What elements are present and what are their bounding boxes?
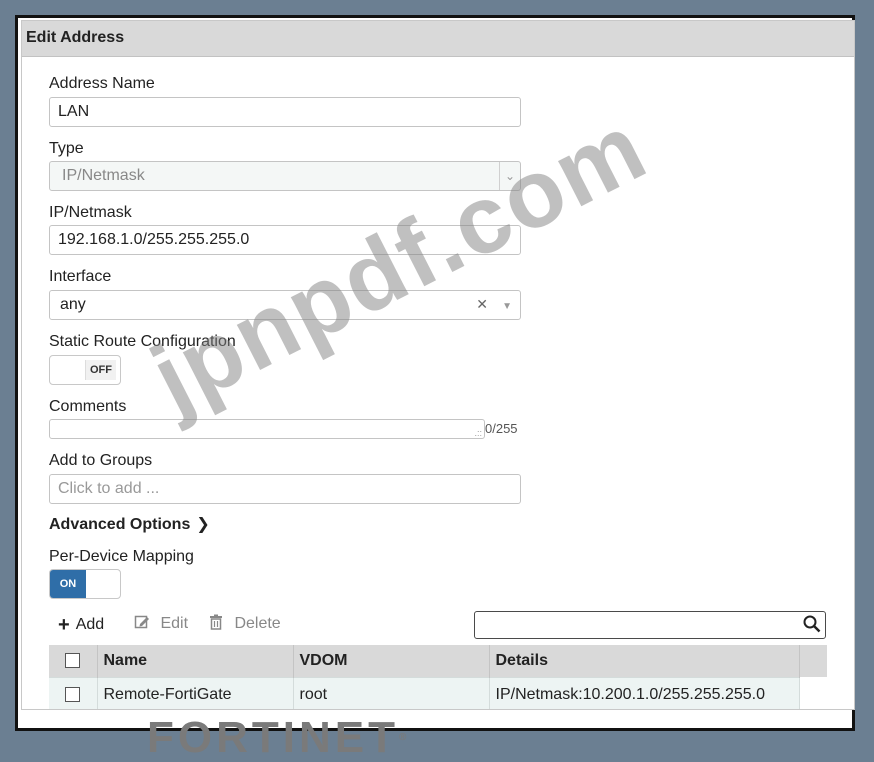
select-all-header xyxy=(49,645,98,677)
dialog-header: Edit Address xyxy=(22,21,854,57)
cell-spacer xyxy=(799,677,827,709)
fortinet-logo: FORTINET® xyxy=(147,716,406,760)
toggle-state-on: ON xyxy=(50,570,86,598)
type-value: IP/Netmask xyxy=(62,167,145,184)
comments-label: Comments xyxy=(49,398,127,415)
ip-netmask-value: 192.168.1.0/255.255.255.0 xyxy=(58,231,250,248)
static-route-label: Static Route Configuration xyxy=(49,333,236,350)
toggle-state-off: OFF xyxy=(85,360,116,380)
delete-button-label: Delete xyxy=(234,615,281,632)
chevron-right-icon: ❯ xyxy=(196,516,210,533)
clear-icon[interactable]: ✕ xyxy=(476,295,488,313)
type-label: Type xyxy=(49,140,84,157)
per-device-mapping-toggle[interactable]: ON xyxy=(49,569,121,599)
ip-netmask-input[interactable]: 192.168.1.0/255.255.255.0 xyxy=(49,225,521,255)
pencil-icon xyxy=(134,615,154,632)
address-name-label: Address Name xyxy=(49,75,155,92)
address-name-value: LAN xyxy=(58,103,90,120)
logo-text: FORTINET xyxy=(147,713,399,762)
add-to-groups-input[interactable]: Click to add ... xyxy=(49,474,521,504)
search-input[interactable] xyxy=(474,611,826,639)
add-button[interactable]: + Add xyxy=(58,614,104,637)
row-select-cell xyxy=(49,676,98,709)
comments-textarea[interactable]: .:: xyxy=(49,419,485,439)
cell-name: Remote-FortiGate xyxy=(97,676,294,709)
chevron-down-icon: ⌄ xyxy=(499,162,520,190)
dialog-title: Edit Address xyxy=(26,29,125,46)
cell-details: IP/Netmask:10.200.1.0/255.255.255.0 xyxy=(489,676,800,709)
edit-address-dialog: Edit Address Address Name LAN Type IP/Ne… xyxy=(21,20,855,710)
interface-select[interactable]: any ✕ ▼ xyxy=(49,290,521,320)
table-row[interactable]: Remote-FortiGate root IP/Netmask:10.200.… xyxy=(49,676,827,709)
registered-mark: ® xyxy=(398,732,407,743)
edit-button[interactable]: Edit xyxy=(134,614,188,633)
plus-icon: + xyxy=(58,614,70,636)
resize-grip-icon[interactable]: .:: xyxy=(474,429,482,438)
column-header-vdom[interactable]: VDOM xyxy=(293,645,490,677)
edit-button-label: Edit xyxy=(160,615,189,632)
column-header-name[interactable]: Name xyxy=(97,645,294,677)
dropdown-arrow-icon[interactable]: ▼ xyxy=(502,298,512,316)
interface-value: any xyxy=(60,296,86,313)
add-to-groups-placeholder: Click to add ... xyxy=(58,480,160,497)
interface-label: Interface xyxy=(49,268,112,285)
trash-icon xyxy=(208,614,228,632)
add-button-label: Add xyxy=(75,616,105,633)
address-name-input[interactable]: LAN xyxy=(49,97,521,127)
add-to-groups-label: Add to Groups xyxy=(49,452,153,469)
row-checkbox[interactable] xyxy=(65,686,81,702)
column-header-spacer xyxy=(799,645,827,677)
magnifier-icon[interactable] xyxy=(803,615,821,638)
delete-button[interactable]: Delete xyxy=(208,614,281,633)
table-header-row: Name VDOM Details xyxy=(49,645,827,677)
mapping-table: Name VDOM Details Remote-FortiGate root … xyxy=(49,645,827,709)
ip-netmask-label: IP/Netmask xyxy=(49,204,132,221)
static-route-toggle[interactable]: OFF xyxy=(49,355,121,385)
advanced-options-label: Advanced Options xyxy=(49,516,191,533)
type-select: IP/Netmask ⌄ xyxy=(49,161,521,191)
advanced-options-toggle[interactable]: Advanced Options ❯ xyxy=(49,514,210,534)
cell-vdom: root xyxy=(293,676,490,709)
select-all-checkbox[interactable] xyxy=(65,653,81,669)
comments-counter: 0/255 xyxy=(485,421,518,436)
column-header-details[interactable]: Details xyxy=(489,645,800,677)
per-device-mapping-label: Per-Device Mapping xyxy=(49,548,194,565)
